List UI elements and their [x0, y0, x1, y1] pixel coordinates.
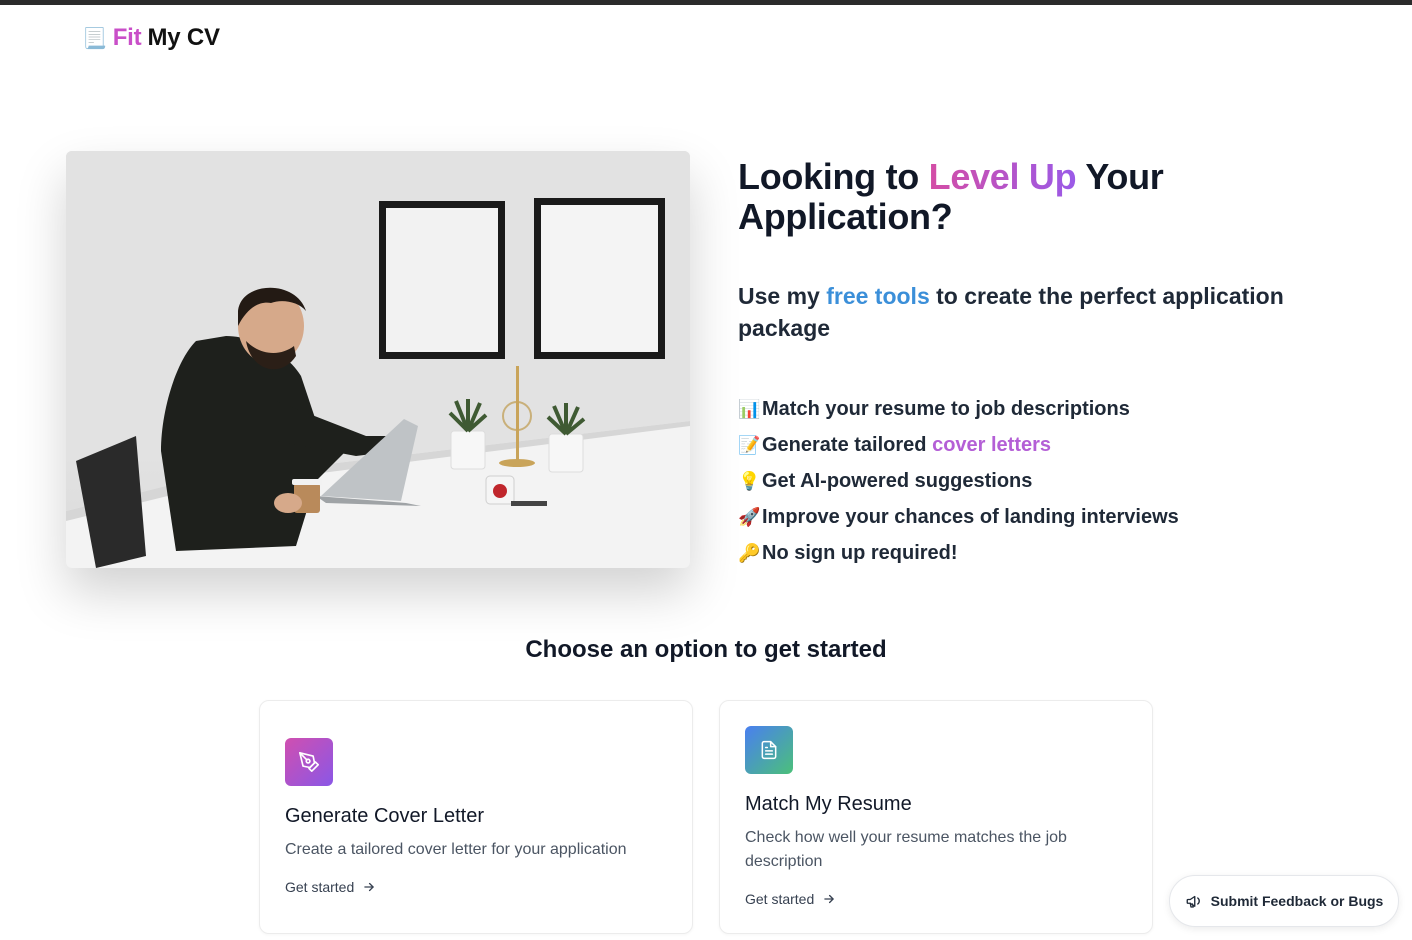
submit-feedback-button[interactable]: Submit Feedback or Bugs [1169, 875, 1399, 927]
match-resume-card[interactable]: Match My Resume Check how well your resu… [719, 700, 1153, 934]
subhead-part1: Use my [738, 283, 827, 309]
feature-highlight: cover letters [932, 434, 1052, 456]
get-started-label: Get started [745, 891, 815, 907]
top-border-bar [0, 0, 1412, 5]
feature-text: Get AI-powered suggestions [762, 470, 1033, 492]
logo-word-rest: My CV [147, 24, 220, 51]
site-logo[interactable]: 📃 Fit My CV [82, 24, 220, 52]
memo-icon: 📝 [738, 435, 761, 455]
options-heading: Choose an option to get started [525, 636, 887, 663]
feature-item: 💡 Get AI-powered suggestions [738, 463, 1179, 499]
get-started-link[interactable]: Get started [285, 879, 376, 895]
key-icon: 🔑 [738, 543, 761, 563]
card-title: Generate Cover Letter [285, 805, 484, 827]
hero-image [66, 151, 690, 568]
feature-item: 🔑 No sign up required! [738, 535, 1179, 571]
lightbulb-icon: 💡 [738, 471, 761, 491]
cover-letter-card[interactable]: Generate Cover Letter Create a tailored … [259, 700, 693, 934]
subhead-highlight: free tools [826, 283, 930, 309]
hero-subheading: Use my free tools to create the perfect … [738, 280, 1308, 344]
card-title: Match My Resume [745, 793, 912, 815]
get-started-link[interactable]: Get started [745, 891, 836, 907]
headline-highlight: Level Up [928, 156, 1077, 197]
arrow-right-icon [824, 894, 834, 904]
feature-text: No sign up required! [762, 542, 958, 564]
document-icon [745, 726, 793, 774]
feature-item: 📝 Generate tailored cover letters [738, 427, 1179, 463]
feature-list: 📊 Match your resume to job descriptions 📝… [738, 391, 1179, 571]
megaphone-icon [1186, 895, 1200, 908]
card-description: Check how well your resume matches the j… [745, 829, 1067, 870]
arrow-right-icon [364, 882, 374, 892]
feature-text: Match your resume to job descriptions [762, 398, 1130, 420]
scroll-icon: 📃 [82, 27, 107, 50]
logo-word-fit: Fit [112, 24, 142, 51]
feedback-label: Submit Feedback or Bugs [1210, 893, 1384, 909]
feature-item: 🚀 Improve your chances of landing intervi… [738, 499, 1179, 535]
chart-icon: 📊 [738, 399, 761, 419]
headline-part1: Looking to [738, 156, 929, 197]
feature-item: 📊 Match your resume to job descriptions [738, 391, 1179, 427]
card-description: Create a tailored cover letter for your … [285, 841, 627, 858]
feature-text: Generate tailored [762, 434, 927, 456]
pen-nib-icon [285, 738, 333, 786]
rocket-icon: 🚀 [738, 507, 761, 527]
hero-headline: Looking to Level Up Your Application? [738, 157, 1258, 237]
get-started-label: Get started [285, 879, 355, 895]
feature-text: Improve your chances of landing intervie… [762, 506, 1179, 528]
